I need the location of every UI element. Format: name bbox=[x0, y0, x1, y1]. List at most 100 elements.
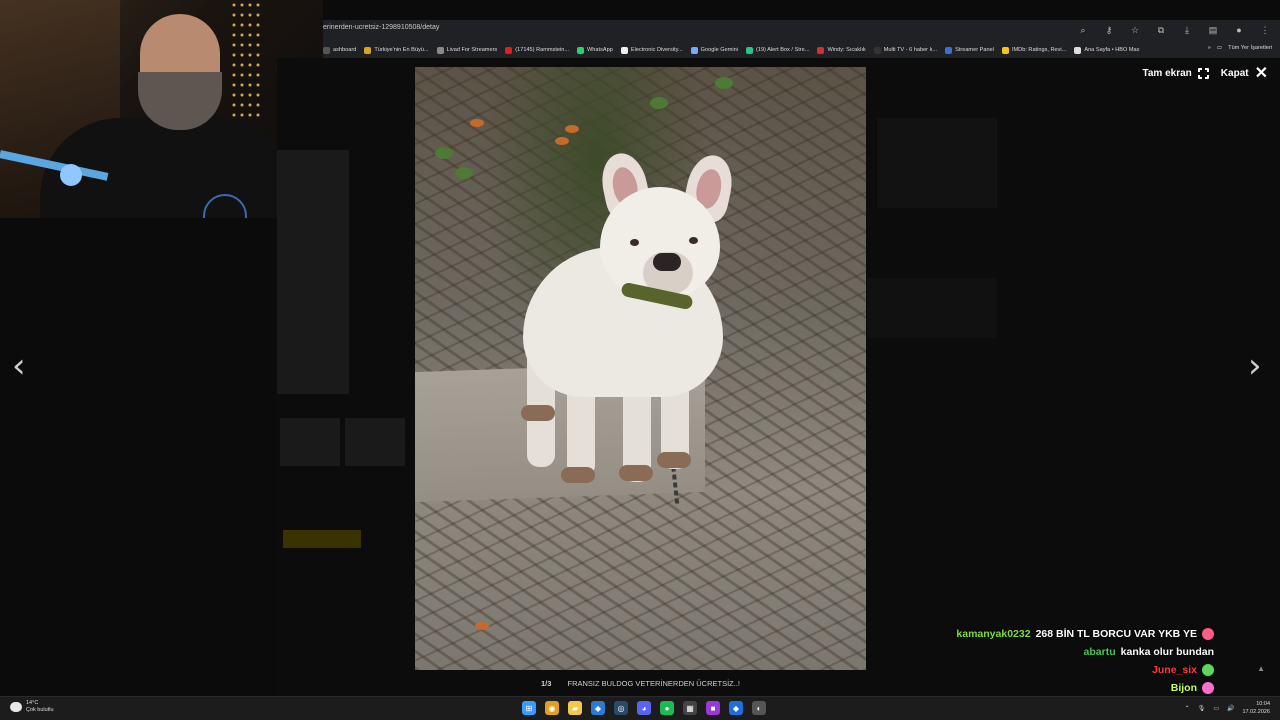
bookmark-label: Livad For Streamers bbox=[446, 47, 498, 53]
chrome-icon[interactable]: ◉ bbox=[545, 701, 559, 715]
windows-taskbar: 14°C Çok bulutlu ⊞ ◉ ▰ ◆ ◎ ◕ ● ▦ ■ ◆ ◐ ⌃ 🎙 ▭ 🔊 10:… bbox=[0, 696, 1280, 720]
browser-toolbar-icons: ⌕ ⚷ ☆ ⧉ ⤓ ▤ ● ⋮ bbox=[1076, 23, 1272, 37]
bookmark-label: (17145) Rammstein... bbox=[515, 47, 570, 53]
bookmark-label: WhatsApp bbox=[587, 47, 613, 53]
clock[interactable]: 10:04 17.02.2026 bbox=[1242, 700, 1270, 716]
screen: erinerden-ucretsiz-1298910508/detay ⌕ ⚷ … bbox=[0, 0, 1280, 720]
bookmark-favicon-icon bbox=[945, 46, 953, 54]
temperature: 14°C bbox=[26, 700, 39, 706]
dog-paw bbox=[657, 452, 691, 468]
scroll-up-icon[interactable]: ▲ bbox=[1257, 664, 1265, 673]
weather-widget[interactable]: 14°C Çok bulutlu bbox=[10, 700, 54, 714]
windows-start-icon[interactable]: ⊞ bbox=[522, 701, 536, 715]
bookmark-item[interactable]: Livad For Streamers bbox=[436, 46, 498, 54]
photo-plant bbox=[715, 77, 733, 89]
fullscreen-label: Tam ekran bbox=[1142, 68, 1192, 79]
bookmark-item[interactable]: Electronic Diversity... bbox=[620, 46, 683, 54]
bookmark-favicon-icon bbox=[1001, 46, 1009, 54]
bookmark-label: Google Gemini bbox=[700, 47, 738, 53]
bookmark-favicon-icon bbox=[690, 46, 698, 54]
profile-icon[interactable]: ● bbox=[1232, 23, 1246, 37]
bookmarks-more-button[interactable]: » bbox=[1208, 45, 1211, 51]
clock-time: 10:04 bbox=[1256, 701, 1270, 707]
browser-address-bar: erinerden-ucretsiz-1298910508/detay ⌕ ⚷ … bbox=[323, 20, 1280, 42]
file-explorer-icon[interactable]: ▰ bbox=[568, 701, 582, 715]
dog-paw bbox=[521, 405, 555, 421]
cloud-icon bbox=[10, 702, 22, 712]
obs-icon[interactable]: ◐ bbox=[752, 701, 766, 715]
bookmark-item[interactable]: Streamer Panel bbox=[945, 46, 994, 54]
chat-emote-icon bbox=[1202, 682, 1214, 694]
menu-icon[interactable]: ⋮ bbox=[1258, 23, 1272, 37]
dog-eye bbox=[630, 239, 639, 246]
bookmark-item[interactable]: Türkiye'nin En Büyü... bbox=[364, 46, 429, 54]
page-thumbnail bbox=[280, 418, 340, 466]
previous-photo-button[interactable]: ‹ bbox=[12, 346, 26, 386]
steam-icon[interactable]: ◎ bbox=[614, 701, 628, 715]
bookmark-item[interactable]: (17145) Rammstein... bbox=[505, 46, 570, 54]
bookmark-item[interactable]: WhatsApp bbox=[577, 46, 613, 54]
next-photo-button[interactable]: › bbox=[1248, 346, 1262, 386]
discord-icon[interactable]: ◕ bbox=[637, 701, 651, 715]
bookmark-item[interactable]: IMDb: Ratings, Revi... bbox=[1001, 46, 1066, 54]
extensions-icon[interactable]: ⧉ bbox=[1154, 23, 1168, 37]
all-bookmarks-link[interactable]: Tüm Yer İşaretleri bbox=[1228, 45, 1272, 51]
webcam-string-lights bbox=[230, 0, 260, 120]
mic-icon[interactable]: 🎙 bbox=[1198, 705, 1206, 712]
bookmark-label: Türkiye'nin En Büyü... bbox=[374, 47, 429, 53]
bookmark-label: Ana Sayfa • HBO Max bbox=[1084, 47, 1140, 53]
bookmarks-bar: ashboard Türkiye'nin En Büyü... Livad For … bbox=[323, 42, 1280, 58]
bookmark-label: Electronic Diversity... bbox=[630, 47, 683, 53]
star-icon[interactable]: ☆ bbox=[1128, 23, 1142, 37]
listing-photo bbox=[415, 67, 866, 670]
bookmark-favicon-icon bbox=[577, 46, 585, 54]
photo-leaf bbox=[475, 622, 489, 630]
photo-leaf bbox=[470, 119, 484, 127]
photo-leaf bbox=[555, 137, 569, 145]
close-button[interactable]: Kapat ✕ bbox=[1221, 65, 1268, 82]
chat-message: kamanyak0232 268 BİN TL BORCU VAR YKB YE bbox=[956, 627, 1214, 641]
download-icon[interactable]: ⤓ bbox=[1180, 23, 1194, 37]
page-tab-highlight bbox=[283, 530, 361, 548]
zoom-icon[interactable]: ⌕ bbox=[1076, 23, 1090, 37]
taskbar-apps: ⊞ ◉ ▰ ◆ ◎ ◕ ● ▦ ■ ◆ ◐ bbox=[522, 701, 766, 715]
bookmark-item[interactable]: Google Gemini bbox=[690, 46, 738, 54]
nvidia-icon[interactable]: ■ bbox=[706, 701, 720, 715]
photo-plant bbox=[650, 97, 668, 109]
webcam-overlay bbox=[0, 0, 323, 218]
microphone bbox=[60, 164, 82, 186]
bookmark-label: Streamer Panel bbox=[955, 47, 994, 53]
chat-text: 268 BİN TL BORCU VAR YKB YE bbox=[1035, 628, 1197, 640]
page-seller-box bbox=[877, 118, 997, 208]
bookmark-item[interactable]: Windy: Sıcaklık bbox=[817, 46, 866, 54]
chat-text: kanka olur bundan bbox=[1120, 646, 1214, 658]
close-icon: ✕ bbox=[1254, 65, 1268, 82]
key-icon[interactable]: ⚷ bbox=[1102, 23, 1116, 37]
page-image-placeholder bbox=[277, 150, 349, 394]
chat-message: abartu kanka olur bundan bbox=[1084, 645, 1214, 659]
bookmark-favicon-icon bbox=[817, 46, 825, 54]
app-blue-icon[interactable]: ◆ bbox=[591, 701, 605, 715]
spotify-icon[interactable]: ● bbox=[660, 701, 674, 715]
bookmark-item[interactable]: (19) Alert Box / Stre... bbox=[745, 46, 810, 54]
chevron-up-icon[interactable]: ⌃ bbox=[1185, 705, 1190, 712]
bookmark-item[interactable]: Ana Sayfa • HBO Max bbox=[1074, 46, 1140, 54]
app-blue2-icon[interactable]: ◆ bbox=[729, 701, 743, 715]
bookmark-item[interactable]: Multi TV - 6 haber k... bbox=[873, 46, 938, 54]
clock-date: 17.02.2026 bbox=[1242, 709, 1270, 715]
calculator-icon[interactable]: ▦ bbox=[683, 701, 697, 715]
bookmark-label: (19) Alert Box / Stre... bbox=[755, 47, 810, 53]
dog-eye bbox=[689, 237, 698, 244]
url-text[interactable]: erinerden-ucretsiz-1298910508/detay bbox=[323, 24, 439, 31]
bookmark-favicon-icon bbox=[364, 46, 372, 54]
tab-search-icon[interactable]: ▤ bbox=[1206, 23, 1220, 37]
fullscreen-button[interactable]: Tam ekran bbox=[1142, 67, 1210, 80]
dog-paw bbox=[619, 465, 653, 481]
monitor-icon[interactable]: ▭ bbox=[1213, 705, 1219, 712]
bookmark-item[interactable]: ashboard bbox=[323, 46, 356, 54]
photo-leaf bbox=[565, 125, 579, 133]
dog-paw bbox=[561, 467, 595, 483]
bookmark-label: Multi TV - 6 haber k... bbox=[883, 47, 938, 53]
volume-icon[interactable]: 🔊 bbox=[1227, 705, 1234, 712]
bookmark-favicon-icon bbox=[505, 46, 513, 54]
